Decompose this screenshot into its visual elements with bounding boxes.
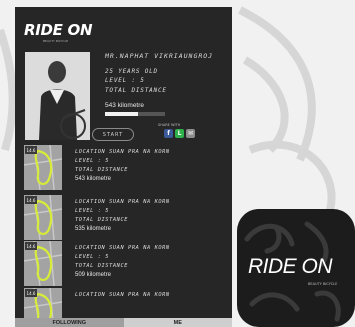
app-brand-logo: RIDE ON xyxy=(24,21,93,39)
history-level: LEVEL : 5 xyxy=(75,208,110,214)
line-icon[interactable]: L xyxy=(175,129,184,138)
route-badge: 14.6 xyxy=(25,146,37,154)
history-distance: 509 kilometre xyxy=(75,272,112,278)
history-item[interactable]: 14.6 LOCATION SUAN PRA NA KORN LEVEL : 5… xyxy=(15,241,232,286)
facebook-icon[interactable]: f xyxy=(164,129,173,138)
email-icon[interactable]: ✉ xyxy=(186,129,195,138)
history-distance: 535 kilometre xyxy=(75,226,112,232)
history-location: LOCATION SUAN PRA NA KORN xyxy=(75,199,170,205)
bottom-tab-bar: FOLLOWING ME xyxy=(15,318,232,327)
route-badge: 14.6 xyxy=(25,242,37,250)
history-level: LEVEL : 5 xyxy=(75,254,110,260)
route-map-thumbnail: 14.6 xyxy=(24,145,62,190)
phone-screen: RIDE ON BEAUTY BICYCLE MR.NAPHAT VIKRIAU… xyxy=(15,7,232,327)
route-badge: 14.6 xyxy=(25,289,37,297)
app-icon-brand: RIDE ON xyxy=(248,255,333,278)
tab-me[interactable]: ME xyxy=(124,318,233,327)
history-location: LOCATION SUAN PRA NA KORN xyxy=(75,292,170,298)
history-item[interactable]: 14.6 LOCATION SUAN PRA NA KORN LEVEL : 5… xyxy=(15,145,232,190)
profile-age: 25 YEARS OLD xyxy=(105,68,158,75)
person-photo-icon xyxy=(25,52,90,140)
history-distance-label: TOTAL DISTANCE xyxy=(75,263,129,269)
history-distance: 543 kilometre xyxy=(75,176,112,182)
route-map-thumbnail: 14.6 xyxy=(24,195,62,240)
app-icon-tagline: BEAUTY BICYCLE xyxy=(308,282,338,286)
share-label: SHARE WITH xyxy=(158,123,181,127)
profile-distance-label: TOTAL DISTANCE xyxy=(105,87,167,94)
history-item[interactable]: 14.6 LOCATION SUAN PRA NA KORN LEVEL : 5… xyxy=(15,195,232,240)
profile-avatar[interactable] xyxy=(25,52,90,140)
route-map-thumbnail: 14.6 xyxy=(24,241,62,286)
start-button[interactable]: START xyxy=(92,128,134,141)
history-distance-label: TOTAL DISTANCE xyxy=(75,167,129,173)
profile-name: MR.NAPHAT VIKRIAUNGROJ xyxy=(105,52,214,60)
distance-progress-bar xyxy=(105,112,165,116)
history-location: LOCATION SUAN PRA NA KORN xyxy=(75,245,170,251)
app-icon[interactable]: RIDE ON BEAUTY BICYCLE xyxy=(237,209,355,327)
history-location: LOCATION SUAN PRA NA KORN xyxy=(75,149,170,155)
route-badge: 14.6 xyxy=(25,196,37,204)
app-brand-tagline: BEAUTY BICYCLE xyxy=(43,39,69,43)
profile-distance-value: 543 kilometre xyxy=(105,102,145,109)
profile-level: LEVEL : 5 xyxy=(105,77,145,84)
distance-progress-fill xyxy=(105,112,138,116)
history-level: LEVEL : 5 xyxy=(75,158,110,164)
tab-following[interactable]: FOLLOWING xyxy=(15,318,124,327)
history-distance-label: TOTAL DISTANCE xyxy=(75,217,129,223)
